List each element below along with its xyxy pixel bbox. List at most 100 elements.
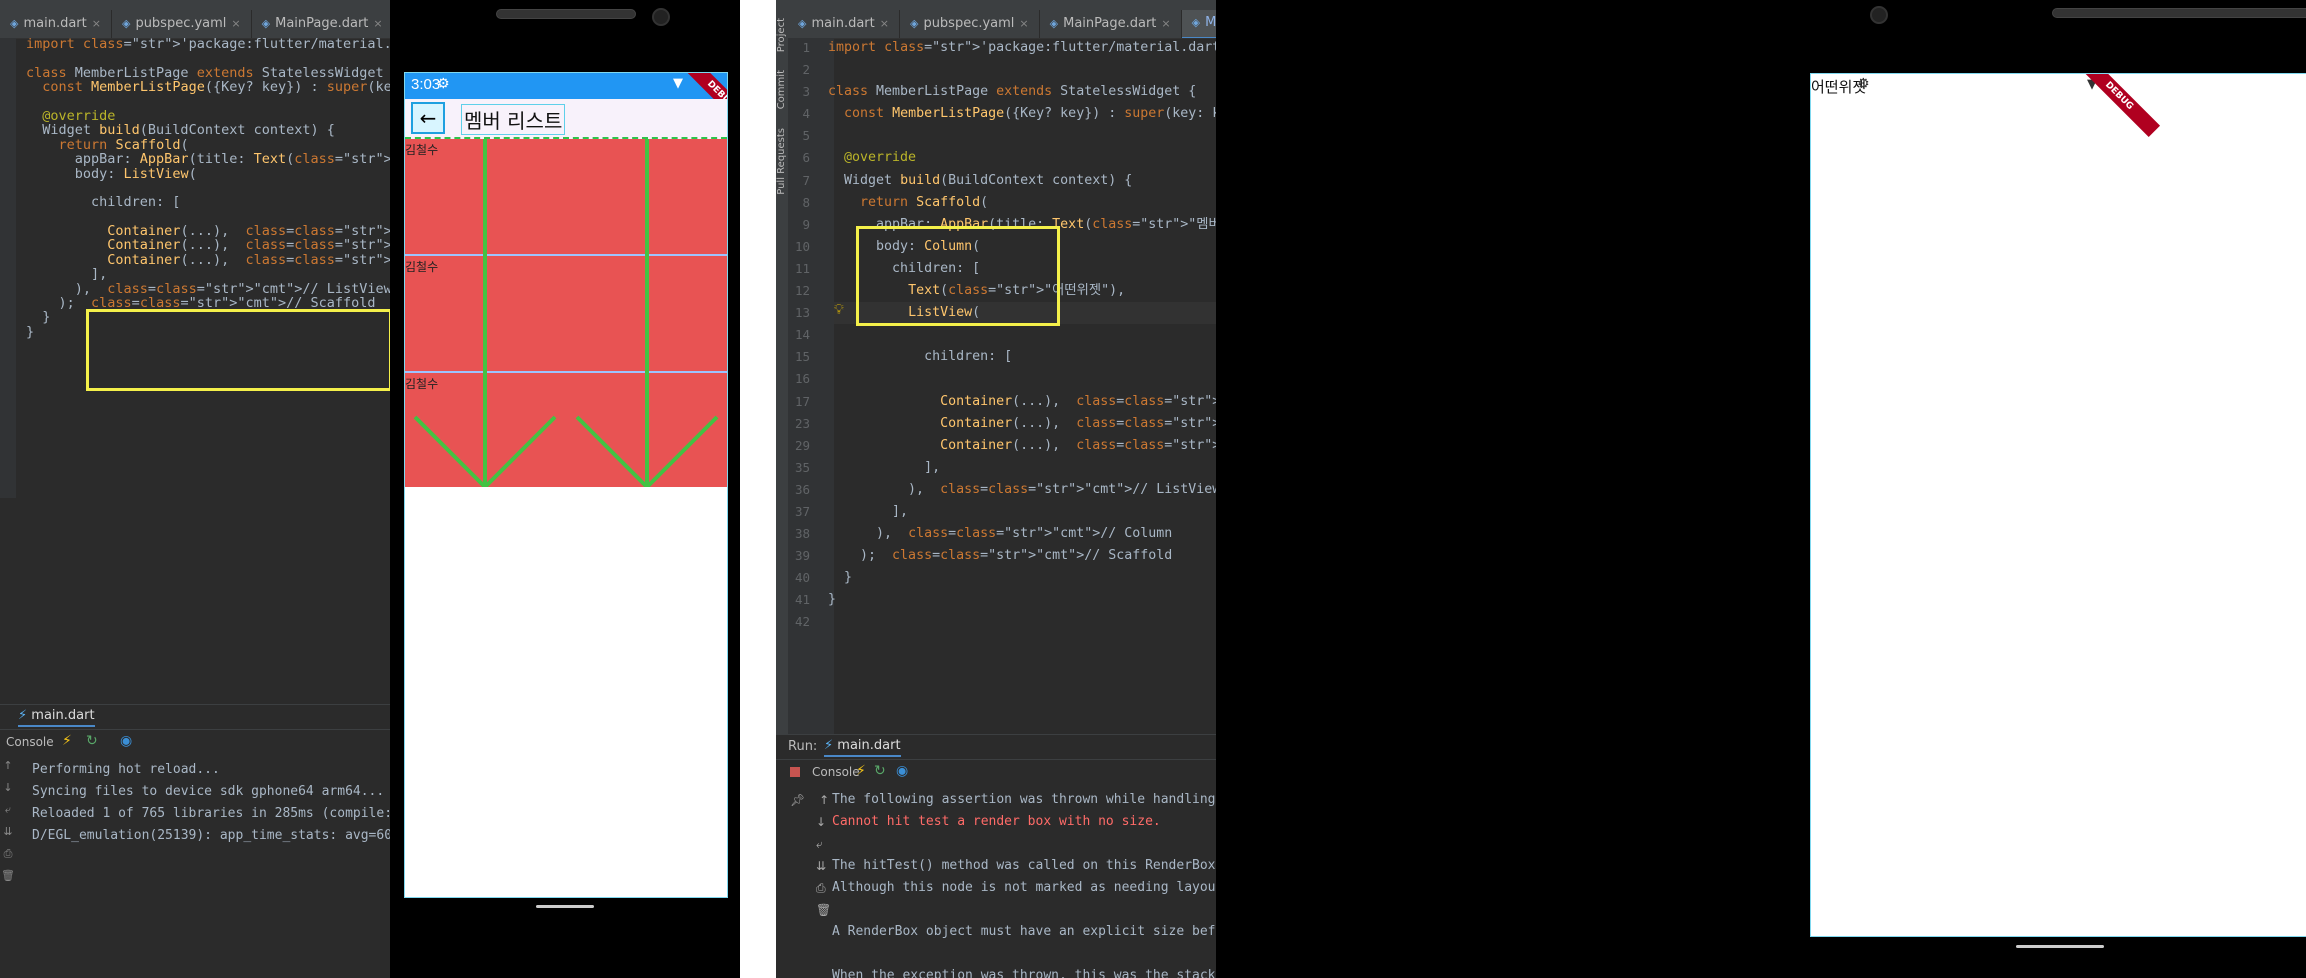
code-line[interactable]: ), class=class="str">"cmt">// ListView — [26, 281, 390, 296]
line-number: 39 — [794, 548, 810, 564]
side-panel-label[interactable]: Pull Requests — [776, 128, 787, 195]
settings-gear-icon: ⚙ — [1857, 76, 1870, 92]
wifi-icon: ▼ — [673, 76, 683, 91]
hot-reload-icon[interactable]: ⚡ — [856, 763, 866, 779]
right-console-tab[interactable]: Console — [812, 765, 860, 779]
code-line[interactable]: Container(...), class=class="str">"cmt">… — [26, 238, 390, 253]
code-line[interactable] — [828, 125, 1216, 147]
devtools-icon[interactable]: ◉ — [120, 733, 132, 749]
close-icon[interactable]: × — [92, 10, 101, 38]
code-line[interactable]: } — [828, 589, 1216, 611]
close-icon[interactable]: × — [373, 10, 382, 38]
code-line[interactable]: @override — [26, 109, 390, 123]
code-line[interactable]: Container(...), class=class="str">"cmt">… — [26, 252, 390, 267]
close-icon[interactable]: × — [1019, 10, 1028, 38]
code-line[interactable]: children: [ — [828, 346, 1216, 368]
hot-reload-icon[interactable]: ⚡ — [62, 733, 72, 749]
code-line[interactable]: } — [828, 567, 1216, 589]
code-line[interactable]: ], — [26, 267, 390, 282]
hot-restart-icon[interactable]: ↻ — [874, 763, 886, 779]
editor-tab[interactable]: ◈MemberListPage.dart× — [1181, 10, 1216, 38]
left-run-tab[interactable]: ⚡︎ main.dart — [18, 708, 95, 727]
editor-tab[interactable]: ◈ main.dart × — [788, 10, 900, 38]
code-line[interactable]: import class="str">'package:flutter/mate… — [26, 37, 390, 52]
editor-tab[interactable]: ◈ MainPage.dart × — [1040, 10, 1182, 38]
code-line[interactable]: Widget build(BuildContext context) { — [26, 123, 390, 138]
console-line: Cannot hit test a render box with no siz… — [832, 814, 1161, 829]
code-line[interactable]: import class="str">'package:flutter/mate… — [828, 37, 1216, 59]
code-line[interactable]: ); class=class="str">"cmt">// Scaffold — [828, 545, 1216, 567]
right-code-editor[interactable]: import class="str">'package:flutter/mate… — [828, 37, 1216, 634]
code-line[interactable]: ], — [828, 457, 1216, 479]
editor-tab[interactable]: ◈ MainPage.dart × — [252, 10, 390, 38]
code-line[interactable]: Container(...), class=class="str">"cmt">… — [828, 391, 1216, 413]
hot-restart-icon[interactable]: ↻ — [86, 733, 98, 749]
code-line[interactable]: body: ListView( — [26, 166, 390, 181]
console-line: D/EGL_emulation(25139): app_time_stats: … — [32, 828, 390, 843]
editor-tab-label: MemberListPage.dart — [1205, 15, 1216, 30]
code-line[interactable]: const MemberListPage({Key? key}) : super… — [26, 80, 390, 95]
trash-icon[interactable]: 🗑︎ — [0, 865, 16, 887]
right-console-output: The following assertion was thrown while… — [832, 789, 1216, 978]
right-editor-tabs: ◈ main.dart × ◈ pubspec.yaml × ◈ MainPage.dart ×… — [788, 10, 1216, 39]
code-line[interactable]: Container(...), class=class="str">"cmt">… — [828, 435, 1216, 457]
code-line[interactable]: const MemberListPage({Key? key}) : super… — [828, 103, 1216, 125]
side-panel-label[interactable]: Commit — [776, 70, 787, 109]
left-code-editor[interactable]: import class="str">'package:flutter/mate… — [26, 37, 390, 340]
editor-tab[interactable]: ◈ main.dart × — [0, 10, 112, 38]
code-line[interactable]: ), class=class="str">"cmt">// ListView — [828, 479, 1216, 501]
code-line[interactable]: ), class=class="str">"cmt">// Column — [828, 523, 1216, 545]
code-line[interactable] — [828, 368, 1216, 390]
up-arrow-icon[interactable]: ↑ — [0, 755, 16, 777]
member-list[interactable]: 김철수 김철수 김철수 — [405, 139, 727, 487]
right-run-tab[interactable]: ⚡︎ main.dart — [824, 738, 901, 757]
speaker-bar — [496, 9, 636, 19]
home-indicator — [536, 905, 594, 908]
code-line[interactable] — [26, 95, 390, 109]
code-line[interactable]: children: [ — [26, 195, 390, 210]
flutter-icon: ⚡︎ — [18, 708, 28, 723]
left-console-tab[interactable]: Console — [6, 735, 54, 749]
editor-tab[interactable]: ◈ pubspec.yaml × — [112, 10, 252, 38]
right-run-panel: Run: ⚡︎ main.dart Console ⚡ ↻ ◉ 📌︎ ↑ ↓ ⤶… — [776, 734, 1216, 978]
stop-icon[interactable] — [790, 767, 800, 777]
dart-file-icon: ◈ — [909, 17, 919, 30]
print-icon[interactable]: ⎙ — [0, 843, 16, 865]
left-console-output: Performing hot reload... Syncing files to… — [32, 759, 390, 847]
status-bar: 3:03 ⚙ ▼ — [405, 73, 727, 99]
wrap-icon[interactable]: ⤶ — [0, 799, 16, 821]
close-icon[interactable]: × — [231, 10, 240, 38]
code-line[interactable]: ], — [828, 501, 1216, 523]
editor-tab[interactable]: ◈ pubspec.yaml × — [900, 10, 1040, 38]
down-arrow-icon[interactable]: ↓ — [0, 777, 16, 799]
close-icon[interactable]: × — [1161, 10, 1170, 38]
dart-file-icon: ◈ — [261, 17, 271, 30]
code-line[interactable]: return Scaffold( — [828, 192, 1216, 214]
line-number: 2 — [802, 62, 810, 78]
code-line[interactable] — [828, 611, 1216, 633]
code-line[interactable] — [26, 181, 390, 195]
code-line[interactable]: Container(...), class=class="str">"cmt">… — [828, 413, 1216, 435]
back-button[interactable]: ← — [411, 102, 445, 134]
code-line[interactable] — [828, 324, 1216, 346]
code-line[interactable] — [26, 51, 390, 65]
side-panel-label[interactable]: Project — [776, 18, 787, 52]
code-line[interactable]: Container(...), class=class="str">"cmt">… — [26, 224, 390, 239]
line-number: 14 — [794, 327, 810, 343]
line-number: 6 — [802, 150, 810, 166]
line-number: 8 — [802, 194, 810, 210]
scroll-end-icon[interactable]: ⇊ — [0, 821, 16, 843]
code-line[interactable] — [26, 210, 390, 224]
devtools-icon[interactable]: ◉ — [896, 763, 908, 779]
code-line[interactable]: Widget build(BuildContext context) { — [828, 170, 1216, 192]
line-number: 40 — [794, 570, 810, 586]
code-line[interactable]: class MemberListPage extends StatelessWi… — [26, 65, 390, 80]
code-line[interactable]: class MemberListPage extends StatelessWi… — [828, 81, 1216, 103]
code-line[interactable]: return Scaffold( — [26, 137, 390, 152]
camera-dot — [652, 8, 670, 26]
close-icon[interactable]: × — [880, 10, 889, 38]
code-line[interactable]: @override — [828, 147, 1216, 169]
left-gutter — [0, 38, 16, 498]
code-line[interactable] — [828, 59, 1216, 81]
code-line[interactable]: appBar: AppBar(title: Text(class="str">"… — [26, 152, 390, 167]
